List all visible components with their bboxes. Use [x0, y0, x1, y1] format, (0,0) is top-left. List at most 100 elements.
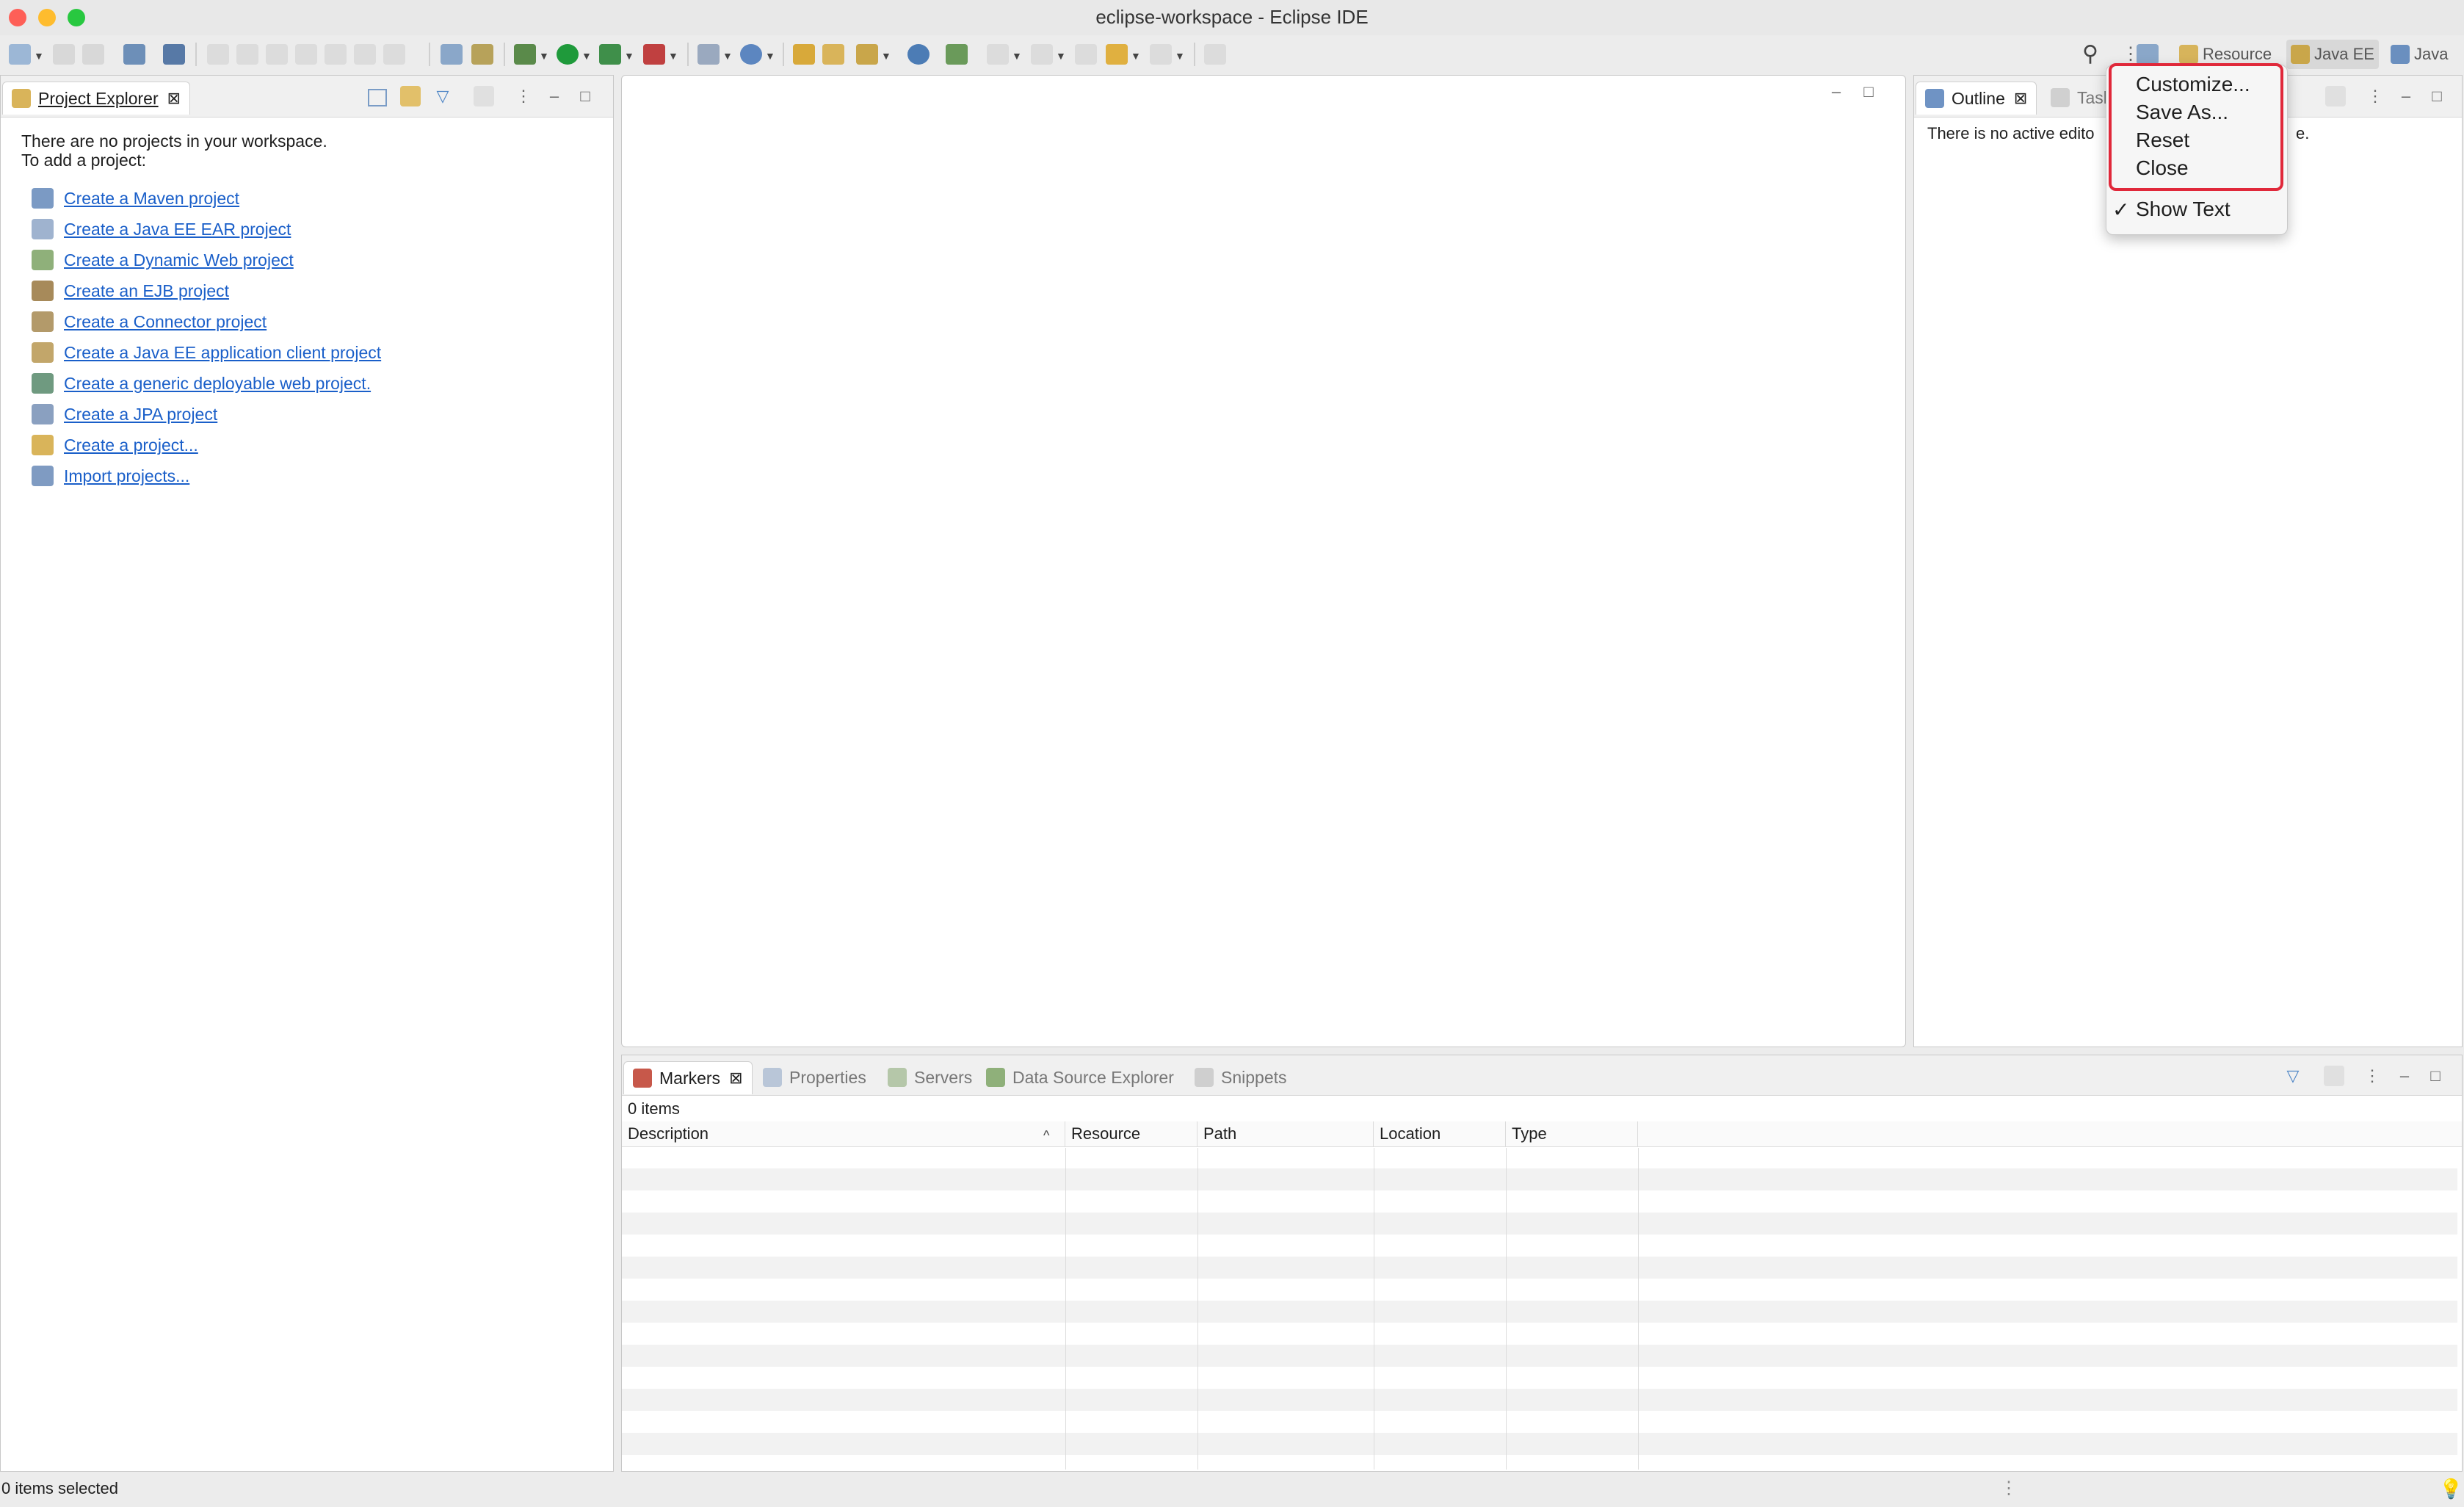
run-icon[interactable]	[557, 44, 579, 65]
tab-snippets[interactable]: Snippets	[1195, 1061, 1287, 1094]
disconnect-icon[interactable]	[295, 44, 317, 65]
debug-dropdown-arrow-icon[interactable]: ▼	[539, 50, 549, 62]
focus-icon[interactable]	[2324, 1066, 2344, 1086]
open-type-icon[interactable]	[793, 44, 815, 65]
build-icon[interactable]	[471, 44, 493, 65]
run-dropdown-arrow-icon[interactable]: ▼	[581, 50, 592, 62]
new-server-icon[interactable]	[697, 44, 720, 65]
search-dropdown-arrow-icon[interactable]: ▼	[881, 50, 891, 62]
maximize-icon[interactable]: □	[2425, 1066, 2446, 1086]
new-server-dropdown-arrow-icon[interactable]: ▼	[722, 50, 733, 62]
create-jpa-project-link[interactable]: Create a JPA project	[64, 405, 217, 424]
globe-icon[interactable]	[907, 44, 930, 65]
new-wizard-icon[interactable]	[9, 44, 31, 65]
back-dropdown-arrow-icon[interactable]: ▼	[1131, 50, 1141, 62]
search-icon[interactable]: ⚲	[2082, 43, 2104, 65]
create-dynamic-web-project-link[interactable]: Create a Dynamic Web project	[64, 250, 294, 270]
java-perspective-icon	[2391, 45, 2410, 64]
tab-outline[interactable]: Outline ⊠	[1916, 82, 2037, 115]
save-icon[interactable]	[53, 44, 75, 65]
external-tools-dropdown-arrow-icon[interactable]: ▼	[668, 50, 678, 62]
filter-icon[interactable]: ▽	[2283, 1066, 2303, 1086]
create-project-link[interactable]: Create a project...	[64, 436, 198, 455]
close-tab-icon[interactable]: ⊠	[729, 1069, 742, 1088]
focus-icon[interactable]	[2325, 86, 2346, 106]
create-ear-project-link[interactable]: Create a Java EE EAR project	[64, 220, 291, 239]
open-task-icon[interactable]	[822, 44, 844, 65]
step-return-icon[interactable]	[383, 44, 405, 65]
create-app-client-project-link[interactable]: Create a Java EE application client proj…	[64, 343, 381, 363]
filter-icon[interactable]: ▽	[432, 86, 453, 106]
open-console-icon[interactable]	[123, 44, 145, 65]
import-projects-link[interactable]: Import projects...	[64, 466, 189, 486]
maximize-icon[interactable]: □	[575, 86, 595, 106]
table-row	[622, 1389, 2457, 1411]
web-service-dropdown-arrow-icon[interactable]: ▼	[765, 50, 775, 62]
perspective-java-ee[interactable]: Java EE	[2286, 40, 2379, 69]
maximize-icon[interactable]: □	[2427, 86, 2447, 106]
column-description[interactable]: Description ^	[622, 1121, 1065, 1146]
run-server-dropdown-arrow-icon[interactable]: ▼	[624, 50, 634, 62]
column-resource[interactable]: Resource	[1065, 1121, 1197, 1146]
create-maven-project-link[interactable]: Create a Maven project	[64, 189, 239, 209]
new-web-service-icon[interactable]	[740, 44, 762, 65]
tab-markers[interactable]: Markers ⊠	[623, 1061, 753, 1094]
save-all-icon[interactable]	[82, 44, 104, 65]
web-browser-icon[interactable]	[441, 44, 463, 65]
last-edit-location-icon[interactable]	[1075, 44, 1097, 65]
collapse-all-icon[interactable]	[368, 89, 387, 106]
create-connector-project-link[interactable]: Create a Connector project	[64, 312, 267, 332]
close-tab-icon[interactable]: ⊠	[167, 89, 181, 108]
minimize-icon[interactable]: –	[2394, 1066, 2415, 1086]
perspective-java[interactable]: Java	[2386, 40, 2452, 69]
minimize-icon[interactable]: –	[2396, 86, 2416, 106]
forward-arrow-icon[interactable]	[1150, 44, 1172, 65]
suspend-icon[interactable]	[236, 44, 258, 65]
focus-icon[interactable]	[474, 86, 494, 106]
link-with-editor-icon[interactable]	[400, 86, 421, 106]
tab-project-explorer[interactable]: Project Explorer ⊠	[2, 82, 191, 115]
column-path[interactable]: Path	[1197, 1121, 1374, 1146]
previous-annotation-dropdown-icon[interactable]: ▼	[1056, 50, 1066, 62]
tab-servers[interactable]: Servers	[888, 1061, 972, 1094]
create-generic-web-project-link[interactable]: Create a generic deployable web project.	[64, 374, 371, 394]
step-over-icon[interactable]	[354, 44, 376, 65]
next-annotation-dropdown-icon[interactable]: ▼	[1012, 50, 1022, 62]
column-divider	[1065, 1148, 1066, 1470]
step-into-icon[interactable]	[325, 44, 347, 65]
deploy-icon[interactable]	[946, 44, 968, 65]
next-annotation-icon[interactable]	[987, 44, 1009, 65]
previous-annotation-icon[interactable]	[1031, 44, 1053, 65]
view-menu-icon[interactable]: ⋮	[2362, 1066, 2383, 1086]
pin-editor-icon[interactable]	[1204, 44, 1226, 65]
resume-icon[interactable]	[207, 44, 229, 65]
run-server-icon[interactable]	[599, 44, 621, 65]
close-tab-icon[interactable]: ⊠	[2014, 89, 2027, 108]
open-perspective-icon[interactable]	[2137, 44, 2159, 65]
more-perspectives-icon[interactable]: ⋮	[2122, 44, 2139, 65]
skip-breakpoints-icon[interactable]	[163, 44, 185, 65]
column-location[interactable]: Location	[1374, 1121, 1506, 1146]
tab-properties[interactable]: Properties	[763, 1061, 866, 1094]
markers-panel: Markers ⊠ Properties Servers Data Source…	[621, 1055, 2463, 1472]
maximize-icon[interactable]: □	[1858, 82, 1879, 102]
tab-data-source-explorer[interactable]: Data Source Explorer	[986, 1061, 1174, 1094]
lightbulb-icon[interactable]: 💡	[2439, 1478, 2463, 1500]
column-type[interactable]: Type	[1506, 1121, 1638, 1146]
view-menu-icon[interactable]: ⋮	[513, 86, 534, 106]
perspective-label: Java	[2414, 45, 2449, 63]
minimize-icon[interactable]: –	[544, 86, 565, 106]
minimize-icon[interactable]: –	[1826, 82, 1847, 102]
new-dropdown-arrow-icon[interactable]: ▼	[34, 50, 44, 62]
menu-item-show-text[interactable]: Show Text	[2136, 198, 2231, 221]
tab-task-list[interactable]: Tasl	[2051, 82, 2107, 114]
forward-dropdown-arrow-icon[interactable]: ▼	[1175, 50, 1185, 62]
back-arrow-icon[interactable]	[1106, 44, 1128, 65]
status-grip-icon[interactable]: ⋮	[2000, 1478, 2018, 1499]
external-tools-icon[interactable]	[643, 44, 665, 65]
search-pencil-icon[interactable]	[856, 44, 878, 65]
view-menu-icon[interactable]: ⋮	[2365, 86, 2385, 106]
debug-icon[interactable]	[514, 44, 536, 65]
terminate-icon[interactable]	[266, 44, 288, 65]
create-ejb-project-link[interactable]: Create an EJB project	[64, 281, 229, 301]
